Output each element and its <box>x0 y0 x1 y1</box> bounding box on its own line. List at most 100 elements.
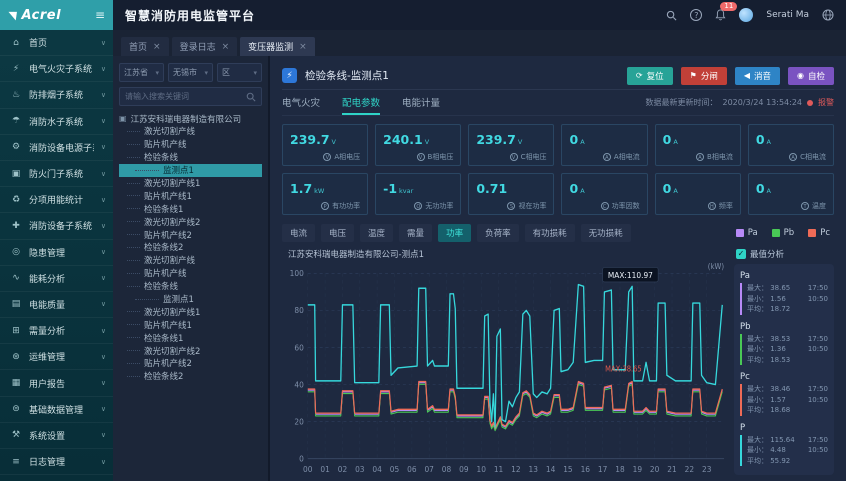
svg-text:0: 0 <box>299 454 304 464</box>
page-tab[interactable]: 变压器监测 × <box>240 37 315 56</box>
sidebar-item-base-data[interactable]: ⊜ 基础数据管理 ∨ <box>0 397 113 423</box>
sidebar-item-fire-device[interactable]: ✚ 消防设备子系统 ∨ <box>0 213 113 239</box>
search-icon[interactable] <box>666 10 677 21</box>
tree-item[interactable]: 激光切割产线1 <box>119 305 262 318</box>
control-button[interactable]: ⚑分闸 <box>681 67 727 85</box>
menu-collapse-icon[interactable]: ≡ <box>95 8 105 22</box>
sidebar-item-power-quality[interactable]: ▤ 电能质量 ∨ <box>0 292 113 318</box>
svg-text:100: 100 <box>290 269 304 279</box>
tree-item[interactable]: 贴片机产线1 <box>119 189 262 202</box>
chart-filter-chip[interactable]: 负荷率 <box>477 224 519 242</box>
sidebar-item-system-settings[interactable]: ⚒ 系统设置 ∨ <box>0 423 113 449</box>
tree-item[interactable]: 检验条线1 <box>119 202 262 215</box>
energy-category-icon: ♻ <box>10 195 22 205</box>
chart-legend: Pa Pb Pc <box>736 228 834 238</box>
help-icon[interactable]: ? <box>690 9 702 21</box>
notification-bell-icon[interactable]: 11 <box>715 9 726 21</box>
tree-item[interactable]: 监测点1 <box>119 293 262 306</box>
detail-header: ⚡ 检验条线-监测点1 ⟳复位 ⚑分闸 ◀消音 ◉自检 <box>282 62 834 90</box>
chevron-down-icon: ▾ <box>204 69 208 77</box>
sidebar-item-electrical-fire[interactable]: ⚡ 电气火灾子系统 ∨ <box>0 56 113 82</box>
tree-item[interactable]: 检验条线 <box>119 280 262 293</box>
smoke-control-icon: ♨ <box>10 90 22 100</box>
region-select[interactable]: 无锡市 ▾ <box>168 63 213 82</box>
username[interactable]: Serati Ma <box>766 10 809 20</box>
fire-device-icon: ✚ <box>10 221 22 231</box>
acrel-logo-icon: ◥ <box>7 9 17 22</box>
tree-item[interactable]: 激光切割产线2 <box>119 215 262 228</box>
page-tab[interactable]: 首页 × <box>121 37 169 56</box>
sidebar-item-hazard-management[interactable]: ◎ 隐患管理 ∨ <box>0 240 113 266</box>
control-button[interactable]: ◀消音 <box>735 67 780 85</box>
tree-item[interactable]: 贴片机产线2 <box>119 357 262 370</box>
detail-tab[interactable]: 配电参数 <box>342 90 380 115</box>
svg-text:18: 18 <box>615 465 624 475</box>
update-time-value: 2020/3/24 13:54:24 <box>723 98 803 107</box>
sidebar-item-ops-management[interactable]: ⊛ 运维管理 ∨ <box>0 344 113 370</box>
tree-item[interactable]: 检验条线 <box>119 151 262 164</box>
chevron-down-icon: ∨ <box>101 143 106 151</box>
sidebar-item-home[interactable]: ⌂ 首页 ∨ <box>0 30 113 56</box>
language-globe-icon[interactable] <box>822 9 834 21</box>
chart-box: 江苏安科瑞电器制造有限公司-测点1 0204060801000001020304… <box>282 244 730 481</box>
tree-item[interactable]: 监测点1 <box>119 164 262 177</box>
chart-filter-chip[interactable]: 需量 <box>399 224 432 242</box>
sidebar-item-fire-power-supply[interactable]: ⚙ 消防设备电源子系统 ∨ <box>0 135 113 161</box>
tree-item[interactable]: 检验条线2 <box>119 241 262 254</box>
sidebar-item-energy-analysis[interactable]: ∿ 能耗分析 ∨ <box>0 266 113 292</box>
tree-item[interactable]: 贴片机产线 <box>119 138 262 151</box>
tree-item[interactable]: 激光切割产线1 <box>119 177 262 190</box>
close-tab-icon[interactable]: × <box>299 42 307 52</box>
close-tab-icon[interactable]: × <box>153 42 161 52</box>
chart-filter-chip[interactable]: 温度 <box>360 224 393 242</box>
tree-item[interactable]: 贴片机产线2 <box>119 228 262 241</box>
sidebar-item-demand-analysis[interactable]: ⊞ 需量分析 ∨ <box>0 318 113 344</box>
company-icon: ▣ <box>119 114 127 123</box>
sidebar-item-smoke-control[interactable]: ♨ 防排烟子系统 ∨ <box>0 82 113 108</box>
parameter-card: 0A C功率因数 <box>561 173 647 215</box>
notification-badge: 11 <box>720 2 737 11</box>
close-tab-icon[interactable]: × <box>222 42 230 52</box>
legend-item[interactable]: Pb <box>772 228 795 238</box>
sidebar-item-fire-water[interactable]: ☂ 消防水子系统 ∨ <box>0 109 113 135</box>
legend-item[interactable]: Pc <box>808 228 830 238</box>
parameter-card: -1kvar Q无功功率 <box>375 173 461 215</box>
tree-item[interactable]: 激光切割产线 <box>119 125 262 138</box>
sidebar-item-fire-door[interactable]: ▣ 防火门子系统 ∨ <box>0 161 113 187</box>
chart-filter-chip[interactable]: 无功损耗 <box>581 224 631 242</box>
page-tab-bar: 首页 × 登录日志 × 变压器监测 × <box>113 30 846 56</box>
tree-root-company[interactable]: ▣ 江苏安科瑞电器制造有限公司 <box>119 112 262 125</box>
chart-filter-chip[interactable]: 电流 <box>282 224 315 242</box>
chevron-down-icon: ∨ <box>101 379 106 387</box>
chart-filter-chip[interactable]: 电压 <box>321 224 354 242</box>
sidebar-item-energy-category[interactable]: ♻ 分项用能统计 ∨ <box>0 187 113 213</box>
max-analysis-checkbox[interactable]: ✓ 最值分析 <box>736 248 834 260</box>
tree-item[interactable]: 激光切割产线2 <box>119 344 262 357</box>
control-button[interactable]: ◉自检 <box>788 67 834 85</box>
chart-filter-chip[interactable]: 有功损耗 <box>525 224 575 242</box>
control-button[interactable]: ⟳复位 <box>627 67 673 85</box>
tree-search-input[interactable] <box>125 92 242 101</box>
parameter-icon: A <box>603 153 611 161</box>
tree-item[interactable]: 检验条线2 <box>119 370 262 383</box>
avatar[interactable] <box>739 8 753 22</box>
svg-text:13: 13 <box>529 465 538 475</box>
sidebar-item-log-management[interactable]: ≡ 日志管理 ∨ <box>0 449 113 475</box>
detail-tab-row: 电气火灾配电参数电能计量 数据最新更新时间： 2020/3/24 13:54:2… <box>282 90 834 116</box>
legend-item[interactable]: Pa <box>736 228 758 238</box>
detail-tab[interactable]: 电能计量 <box>402 90 440 115</box>
search-icon[interactable] <box>246 92 256 102</box>
tree-item[interactable]: 贴片机产线 <box>119 267 262 280</box>
tree-item[interactable]: 贴片机产线1 <box>119 318 262 331</box>
tree-item[interactable]: 激光切割产线 <box>119 254 262 267</box>
page-tab[interactable]: 登录日志 × <box>172 37 238 56</box>
svg-text:15: 15 <box>563 465 572 475</box>
sidebar-item-user-report[interactable]: ▦ 用户报告 ∨ <box>0 370 113 396</box>
region-select[interactable]: 江苏省 ▾ <box>119 63 164 82</box>
region-select[interactable]: 区 ▾ <box>217 63 262 82</box>
tree-item[interactable]: 检验条线1 <box>119 331 262 344</box>
detail-tab[interactable]: 电气火灾 <box>282 90 320 115</box>
parameter-icon: V <box>417 153 425 161</box>
chart-filter-chip[interactable]: 功率 <box>438 224 471 242</box>
chevron-down-icon: ∨ <box>101 353 106 361</box>
